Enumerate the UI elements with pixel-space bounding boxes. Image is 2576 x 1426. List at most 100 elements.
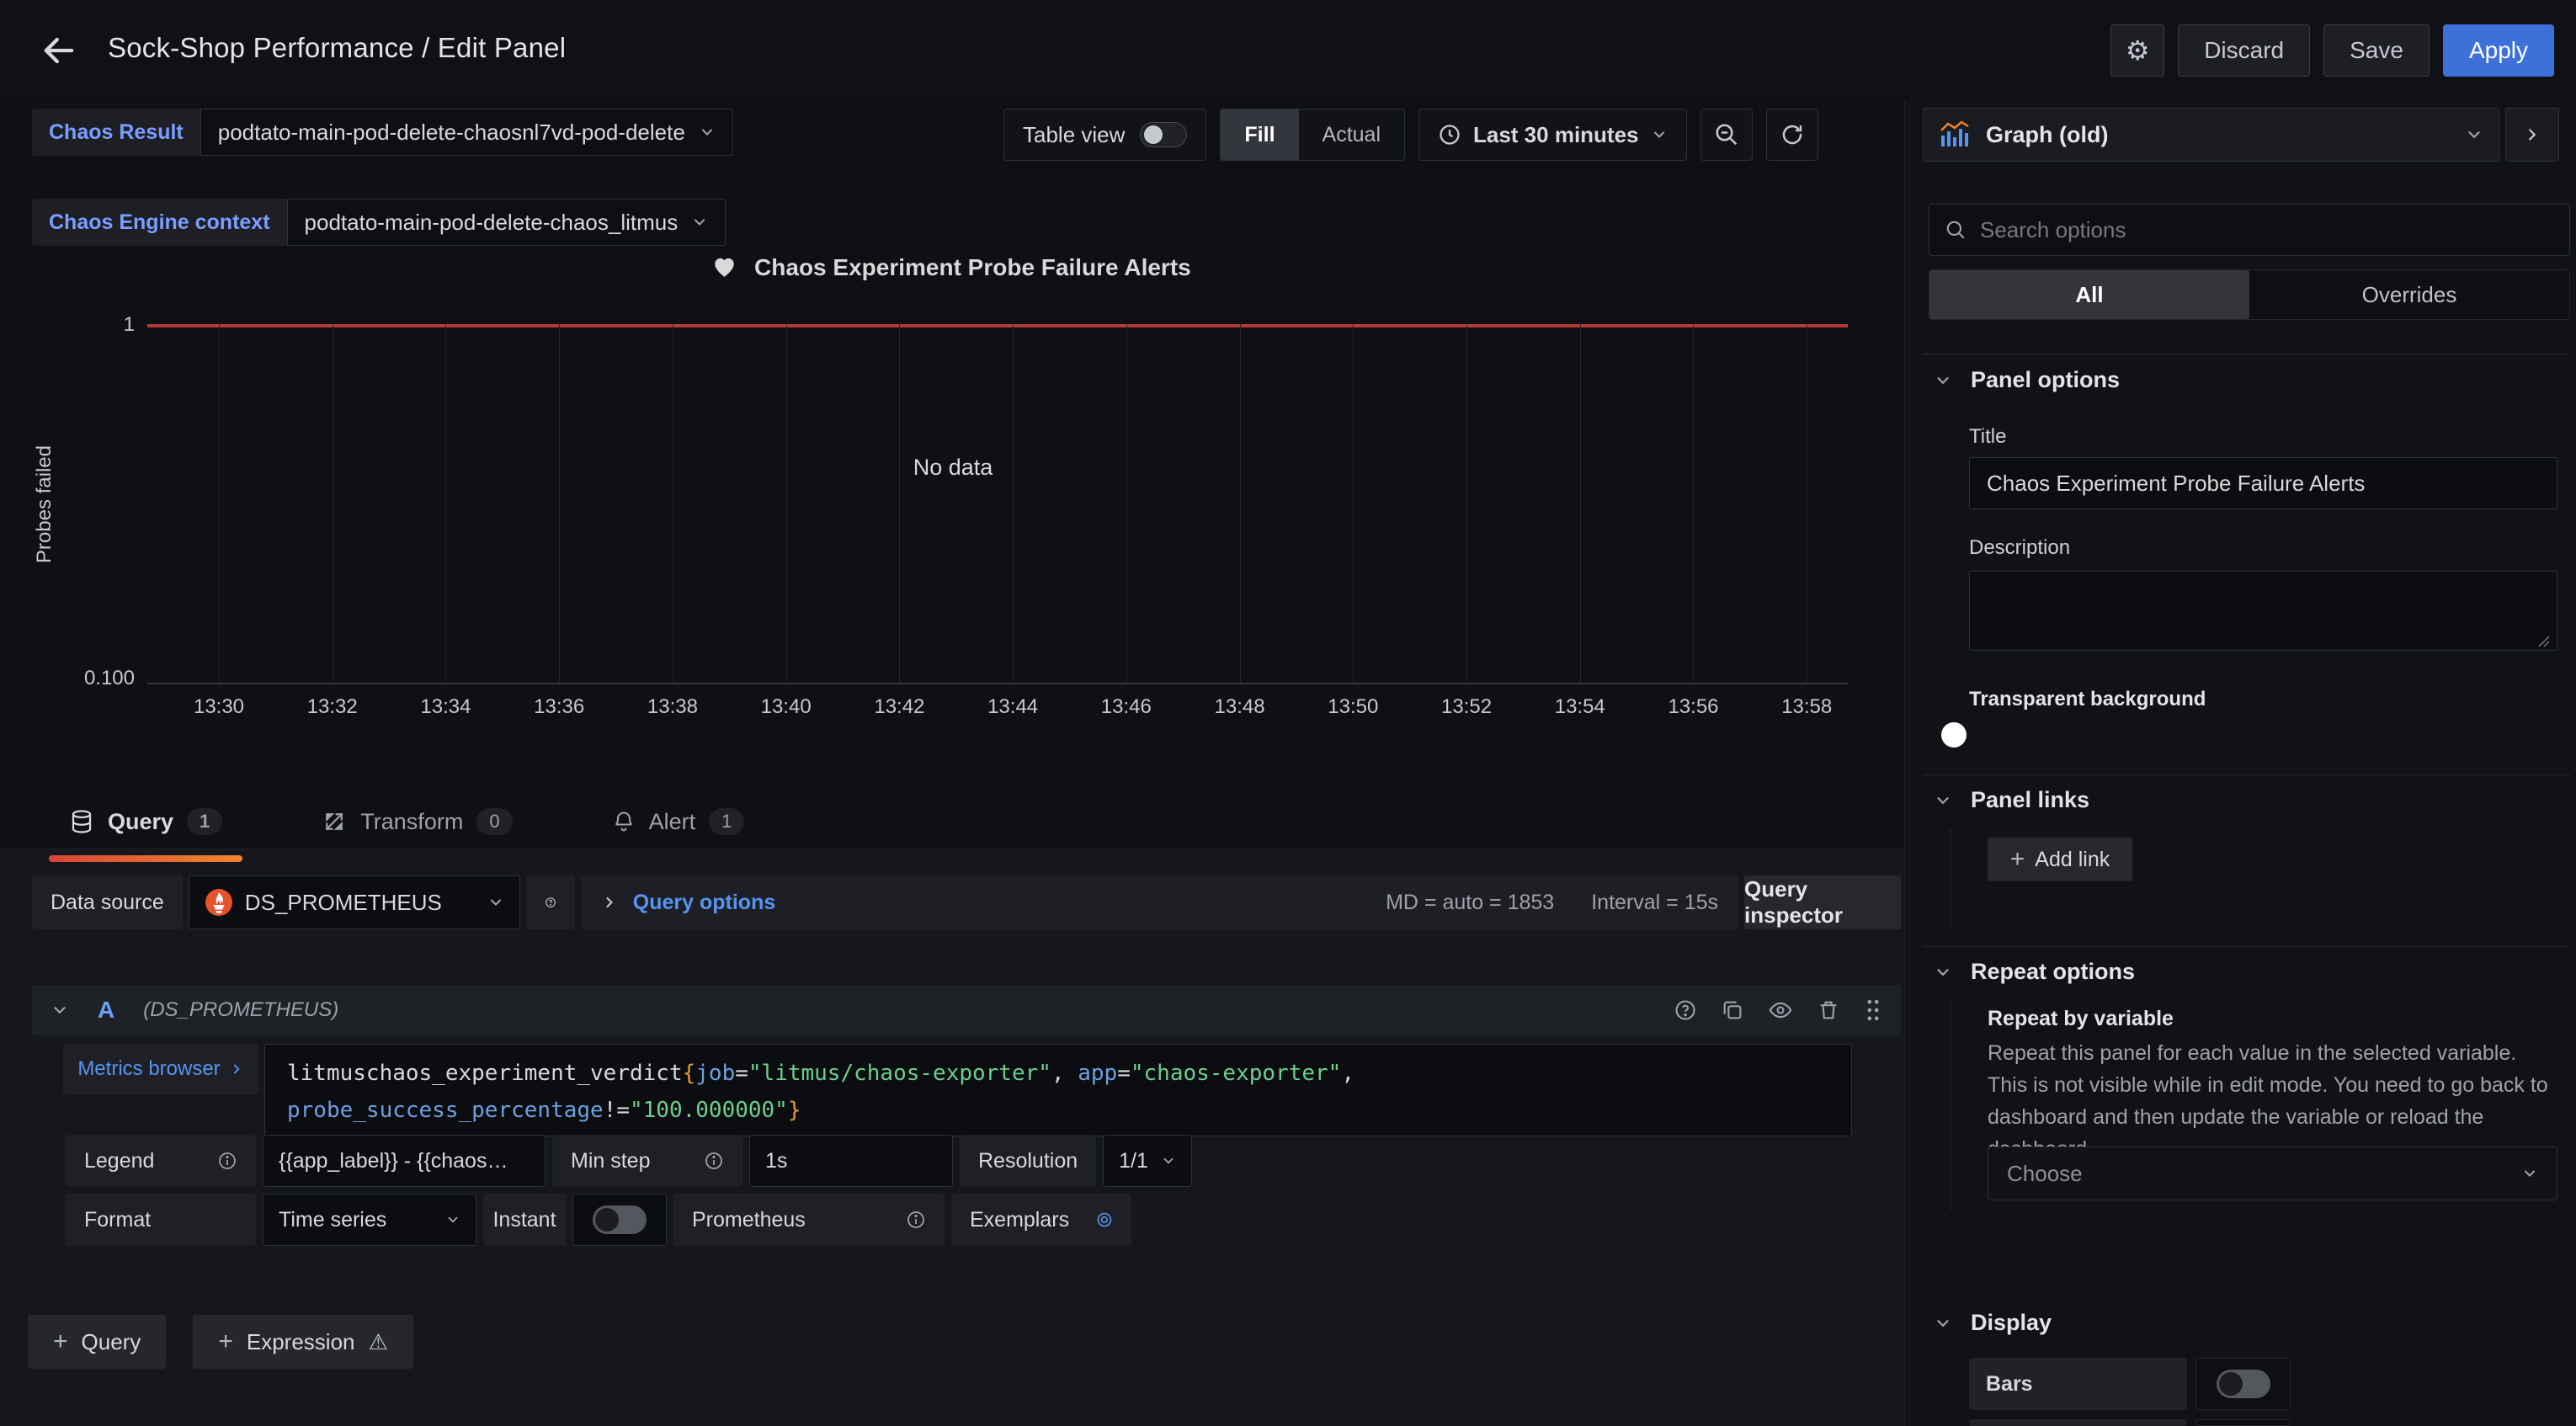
time-range-picker[interactable]: Last 30 minutes	[1418, 109, 1687, 161]
description-field-label: Description	[1969, 536, 2070, 560]
x-axis-tick-label: 13:50	[1328, 695, 1378, 719]
chevron-down-icon	[699, 124, 716, 141]
promql-query-editor[interactable]: litmuschaos_experiment_verdict{job="litm…	[264, 1044, 1852, 1136]
format-select[interactable]: Time series	[263, 1194, 476, 1246]
exemplars-box: Exemplars	[951, 1194, 1131, 1246]
gridline	[1240, 324, 1241, 683]
refresh-icon	[1780, 122, 1805, 147]
add-link-button[interactable]: + Add link	[1988, 838, 2132, 881]
resolution-select[interactable]: 1/1	[1103, 1135, 1192, 1187]
query-inspector-button[interactable]: Query inspector	[1744, 875, 1901, 929]
panel-options-section-header[interactable]: Panel options	[1934, 367, 2120, 393]
metrics-browser-button[interactable]: Metrics browser	[63, 1044, 258, 1094]
x-axis-tick-label: 13:48	[1215, 695, 1265, 719]
delete-query-icon[interactable]	[1817, 998, 1840, 1022]
min-step-label: Min step	[571, 1149, 650, 1173]
collapse-options-pane-button[interactable]	[2505, 108, 2559, 162]
options-search-input[interactable]	[1980, 217, 2554, 243]
add-expression-button[interactable]: + Expression ⚠	[193, 1315, 412, 1369]
refresh-button[interactable]	[1766, 109, 1818, 161]
tab-transform[interactable]: Transform0	[301, 795, 532, 848]
y-axis-tick-min: 0.100	[42, 667, 135, 690]
x-axis-tick-label: 13:46	[1101, 695, 1152, 719]
filter-tab-overrides[interactable]: Overrides	[2249, 270, 2569, 319]
alert-threshold-line	[147, 324, 1848, 327]
panel-options-sidebar: Graph (old) All Overrides Panel options …	[1904, 101, 2576, 1426]
min-step-label-box: Min step	[552, 1135, 742, 1187]
add-query-button[interactable]: + Query	[28, 1315, 166, 1369]
tab-label: Query	[108, 809, 173, 835]
gridline	[1126, 324, 1127, 683]
save-button[interactable]: Save	[2323, 24, 2430, 77]
chevron-right-icon	[2523, 125, 2541, 144]
code-token: =	[1117, 1061, 1131, 1086]
max-data-points: MD = auto = 1853	[1386, 891, 1554, 915]
info-icon	[906, 1210, 926, 1230]
panel-description-textarea[interactable]	[1969, 571, 2557, 651]
tab-query[interactable]: Query1	[49, 795, 242, 848]
tab-count-badge: 0	[476, 808, 512, 835]
duplicate-query-icon[interactable]	[1721, 998, 1744, 1022]
chevron-down-icon	[51, 1001, 69, 1019]
instant-toggle[interactable]	[593, 1205, 647, 1234]
edit-panel-main-area: Chaos Result podtato-main-pod-delete-cha…	[0, 101, 1904, 1426]
tab-alert[interactable]: Alert1	[592, 795, 765, 848]
search-icon	[1945, 219, 1967, 241]
query-options-bar[interactable]: Query options MD = auto = 1853 Interval …	[581, 875, 1738, 929]
gridline	[1466, 324, 1467, 683]
discard-button[interactable]: Discard	[2178, 24, 2310, 77]
variable-value-dropdown[interactable]: podtato-main-pod-delete-chaosnl7vd-pod-d…	[200, 109, 733, 156]
plus-icon: +	[53, 1328, 68, 1356]
repeat-options-section-header[interactable]: Repeat options	[1934, 959, 2135, 985]
x-axis-tick-label: 13:32	[307, 695, 358, 719]
bars-toggle[interactable]	[2217, 1370, 2270, 1398]
no-data-message: No data	[913, 455, 993, 481]
query-row-header[interactable]: A (DS_PROMETHEUS)	[32, 985, 1901, 1035]
data-source-row: Data source DS_PROMETHEUS Query options …	[32, 875, 1901, 929]
graph-plot-area[interactable]	[147, 324, 1848, 684]
zoom-out-button[interactable]	[1700, 109, 1753, 161]
legend-format-input[interactable]: {{app_label}} - {{chaos…	[263, 1135, 546, 1187]
textarea-resize-handle[interactable]	[2536, 633, 2551, 648]
panel-settings-button[interactable]: ⚙	[2110, 24, 2164, 77]
filter-tab-all[interactable]: All	[1929, 270, 2249, 319]
grafana-edit-panel: Sock-Shop Performance / Edit Panel ⚙ Dis…	[0, 0, 2576, 1426]
min-step-input[interactable]: 1s	[749, 1135, 953, 1187]
panel-title-input[interactable]	[1969, 457, 2557, 509]
x-axis-tick-label: 13:58	[1781, 695, 1832, 719]
chevron-down-icon	[1934, 963, 1952, 982]
query-footer-actions: + Query + Expression ⚠	[28, 1315, 413, 1369]
resolution-label-box: Resolution	[960, 1135, 1096, 1187]
chevron-down-icon	[1161, 1153, 1176, 1168]
toggle-visibility-icon[interactable]	[1768, 998, 1793, 1022]
exemplars-toggle-icon	[1096, 1208, 1113, 1232]
drag-handle-icon[interactable]	[1864, 998, 1882, 1022]
visualization-picker[interactable]: Graph (old)	[1923, 108, 2499, 162]
repeat-variable-select[interactable]: Choose	[1988, 1147, 2557, 1200]
add-query-label: Query	[82, 1329, 141, 1355]
data-source-label: Data source	[32, 875, 183, 929]
display-section-header[interactable]: Display	[1934, 1310, 2052, 1336]
format-value: Time series	[279, 1208, 386, 1232]
variable-value-dropdown[interactable]: podtato-main-pod-delete-chaos_litmus	[287, 199, 726, 246]
help-icon[interactable]	[1674, 998, 1697, 1022]
back-arrow-icon[interactable]	[37, 29, 81, 72]
data-source-help-button[interactable]	[526, 875, 575, 929]
gridline	[1693, 324, 1694, 683]
transform-icon	[322, 809, 347, 834]
chevron-right-icon	[229, 1062, 244, 1077]
editor-tabs: Query1 Transform0 Alert1	[49, 795, 764, 848]
data-source-select[interactable]: DS_PROMETHEUS	[189, 875, 520, 929]
next-option-toggle-partial	[2195, 1419, 2291, 1426]
gridline	[786, 324, 787, 683]
plus-icon: +	[2010, 845, 2025, 874]
promql-line: probe_success_percentage!="100.000000"}	[287, 1092, 1829, 1129]
top-navigation-bar: Sock-Shop Performance / Edit Panel ⚙ Dis…	[0, 0, 2576, 101]
panel-links-section-header[interactable]: Panel links	[1934, 787, 2089, 813]
actual-option[interactable]: Actual	[1299, 109, 1404, 160]
code-token: }	[788, 1098, 801, 1123]
table-view-toggle[interactable]	[1140, 122, 1187, 147]
fill-option[interactable]: Fill	[1221, 109, 1298, 160]
database-icon	[69, 809, 94, 834]
apply-button[interactable]: Apply	[2443, 24, 2554, 77]
